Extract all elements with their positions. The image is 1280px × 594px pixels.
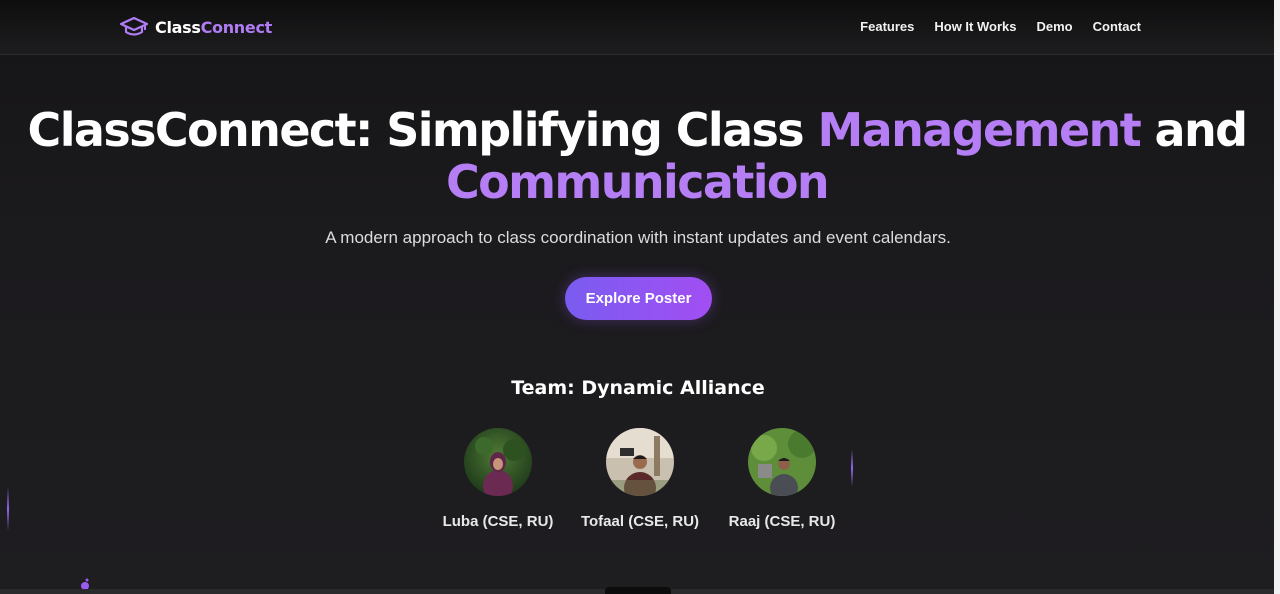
- brand-name-part2: Connect: [200, 17, 273, 37]
- graduation-cap-icon: [120, 16, 148, 36]
- avatar: [748, 428, 816, 496]
- hero-subtitle: A modern approach to class coordination …: [325, 228, 951, 247]
- avatar: [464, 428, 532, 496]
- nav-link-features[interactable]: Features: [860, 17, 914, 37]
- hero-title-part1: ClassConnect: Simplifying Class: [27, 103, 818, 157]
- brand-name-part1: Class: [155, 17, 201, 37]
- team-member-name: Luba (CSE, RU): [442, 513, 554, 530]
- navbar: ClassConnect Features How It Works Demo …: [0, 0, 1274, 55]
- team-title: Team: Dynamic Alliance: [511, 377, 765, 399]
- bottom-handle: [605, 587, 671, 594]
- team-member-name: Raaj (CSE, RU): [728, 513, 836, 530]
- brand-name: ClassConnect: [155, 18, 272, 37]
- avatar: [606, 428, 674, 496]
- nav-link-demo[interactable]: Demo: [1036, 17, 1072, 37]
- hero-title-accent1: Management: [817, 103, 1142, 157]
- team-member-card: Tofaal (CSE, RU): [570, 428, 710, 532]
- explore-poster-button[interactable]: Explore Poster: [565, 277, 712, 320]
- nav-links: Features How It Works Demo Contact: [860, 17, 1141, 37]
- hero-title: ClassConnect: Simplifying Class Manageme…: [0, 104, 1274, 208]
- brand-logo-link[interactable]: ClassConnect: [120, 14, 272, 40]
- decorative-line: [7, 487, 9, 531]
- nav-link-contact[interactable]: Contact: [1093, 17, 1141, 37]
- hero-title-part2: and: [1140, 103, 1249, 157]
- team-member-card: Raaj (CSE, RU): [712, 428, 852, 532]
- team-member-name: Tofaal (CSE, RU): [580, 513, 700, 530]
- nav-link-how-it-works[interactable]: How It Works: [934, 17, 1016, 37]
- page: ClassConnect Features How It Works Demo …: [0, 0, 1280, 594]
- hero-title-accent2: Communication: [445, 155, 830, 209]
- scrollbar-track[interactable]: [1274, 0, 1280, 594]
- team-member-card: Luba (CSE, RU): [428, 428, 568, 532]
- decorative-line: [851, 449, 853, 487]
